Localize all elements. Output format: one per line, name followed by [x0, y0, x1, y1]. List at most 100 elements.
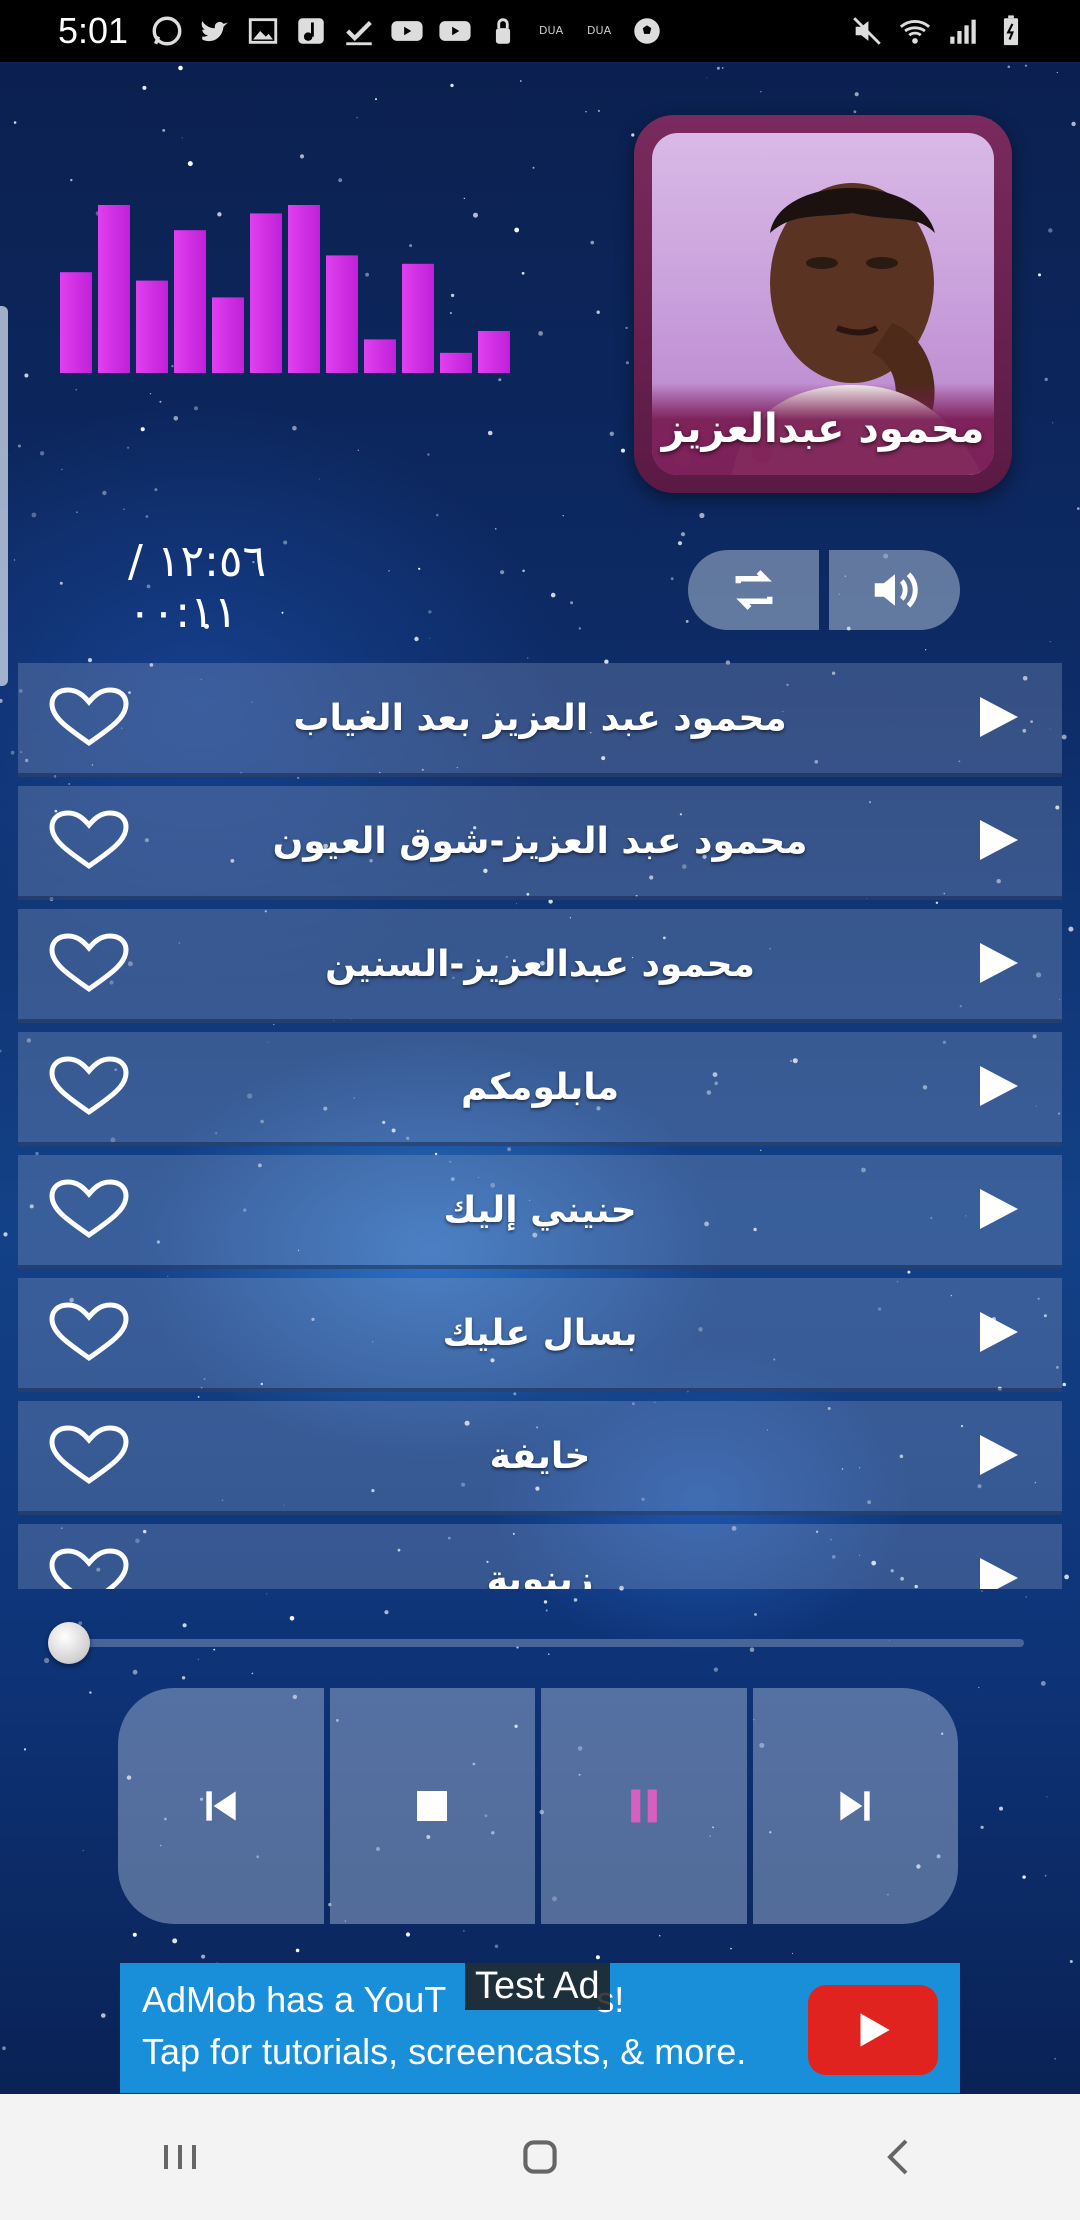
- favorite-heart-icon[interactable]: [48, 1179, 130, 1239]
- play-icon[interactable]: [974, 1308, 1022, 1356]
- favorite-heart-icon[interactable]: [48, 1425, 130, 1485]
- back-button[interactable]: [860, 2117, 940, 2197]
- star: [59, 581, 63, 585]
- star: [127, 446, 130, 449]
- star: [550, 592, 556, 598]
- song-row[interactable]: حنيني إليك: [18, 1155, 1062, 1269]
- seek-thumb[interactable]: [48, 1622, 90, 1664]
- star: [414, 636, 419, 642]
- star: [193, 406, 199, 411]
- music-icon: [298, 18, 324, 44]
- recents-button[interactable]: [140, 2117, 220, 2197]
- play-icon[interactable]: [974, 1431, 1022, 1479]
- song-row[interactable]: محمود عبدالعزيز-السنين: [18, 909, 1062, 1023]
- song-row[interactable]: بسال عليك: [18, 1278, 1062, 1392]
- star: [384, 1610, 389, 1615]
- favorite-heart-icon[interactable]: [48, 1056, 130, 1116]
- star: [578, 627, 581, 630]
- favorite-heart-icon[interactable]: [48, 687, 130, 747]
- volume-button[interactable]: [829, 550, 960, 630]
- star: [1044, 377, 1048, 382]
- pause-button[interactable]: [541, 1688, 747, 1924]
- youtube-icon: [439, 21, 471, 41]
- stop-icon: [417, 1791, 448, 1821]
- star: [356, 117, 358, 119]
- favorite-heart-icon[interactable]: [48, 810, 130, 870]
- star: [590, 240, 595, 245]
- play-icon: [860, 2013, 890, 2047]
- play-icon[interactable]: [974, 1062, 1022, 1110]
- star: [625, 326, 628, 330]
- play-icon[interactable]: [974, 939, 1022, 987]
- next-button[interactable]: [752, 1688, 958, 1924]
- ad-subtext: Tap for tutorials, screencasts, & more.: [142, 2031, 747, 2072]
- song-row[interactable]: مابلومكم: [18, 1032, 1062, 1146]
- star: [520, 80, 522, 82]
- home-button[interactable]: [500, 2117, 580, 2197]
- star: [23, 1748, 27, 1751]
- song-list: محمود عبد العزيز بعد الغياب محمود عبد ال…: [18, 663, 1062, 1589]
- seek-bar[interactable]: [48, 1622, 1024, 1664]
- visualizer-bar: [60, 272, 92, 373]
- star: [145, 515, 149, 518]
- star: [1068, 926, 1074, 932]
- star: [101, 2013, 106, 2018]
- star: [388, 569, 390, 572]
- pause-icon: [630, 1789, 657, 1823]
- song-row[interactable]: زينوبة: [18, 1524, 1062, 1589]
- youtube-icon: [391, 21, 423, 41]
- home-icon: [523, 2140, 557, 2174]
- song-row[interactable]: محمود عبد العزيز بعد الغياب: [18, 663, 1062, 777]
- star: [1046, 1796, 1048, 1798]
- play-icon[interactable]: [974, 816, 1022, 864]
- star: [680, 532, 686, 537]
- star: [1040, 1681, 1046, 1686]
- status-time: 5:01: [58, 10, 129, 51]
- song-row[interactable]: خايفة: [18, 1401, 1062, 1515]
- star: [596, 310, 600, 314]
- star: [1007, 65, 1011, 69]
- star: [487, 430, 493, 436]
- artist-name-caption: محمود عبدالعزيز: [652, 383, 994, 475]
- star: [428, 610, 432, 614]
- stop-button[interactable]: [329, 1688, 535, 1924]
- star: [0, 1049, 2, 1053]
- star: [162, 129, 166, 132]
- star: [854, 92, 859, 97]
- favorite-heart-icon[interactable]: [48, 1302, 130, 1362]
- star: [187, 161, 193, 167]
- signal-icon: [950, 19, 976, 44]
- star: [500, 570, 505, 575]
- star: [760, 91, 762, 93]
- star: [621, 448, 625, 453]
- star: [436, 513, 439, 517]
- song-row[interactable]: محمود عبد العزيز-شوق العيون: [18, 786, 1062, 900]
- favorite-heart-icon[interactable]: [48, 1548, 130, 1589]
- twitter-icon: [201, 21, 228, 42]
- star: [494, 1944, 499, 1949]
- repeat-button[interactable]: [688, 550, 819, 630]
- status-bar: 5:01 DUA DUA: [0, 0, 1080, 62]
- edge-panel-handle[interactable]: [0, 306, 8, 686]
- star: [201, 1954, 206, 1959]
- play-icon[interactable]: [974, 693, 1022, 741]
- star: [3, 1232, 8, 1237]
- play-icon[interactable]: [974, 1185, 1022, 1233]
- star: [266, 1593, 268, 1595]
- star: [1077, 507, 1080, 510]
- star: [0, 698, 3, 703]
- previous-button[interactable]: [118, 1688, 324, 1924]
- star: [522, 569, 525, 573]
- favorite-heart-icon[interactable]: [48, 933, 130, 993]
- star: [418, 567, 421, 570]
- song-title: بسال عليك: [442, 1312, 638, 1354]
- app-root: 5:01 DUA DUA محمود عبدالعزيز ١٢:٥٦ / ٠٠:…: [0, 0, 1080, 2220]
- visualizer-bar: [440, 352, 472, 373]
- star: [677, 541, 683, 546]
- star: [585, 111, 587, 113]
- star: [1022, 1875, 1026, 1879]
- ad-banner[interactable]: AdMob has a YouT s! Tap for tutorials, sc…: [120, 1963, 960, 2093]
- play-icon[interactable]: [974, 1554, 1022, 1589]
- star: [980, 1825, 984, 1829]
- seek-track[interactable]: [68, 1639, 1024, 1647]
